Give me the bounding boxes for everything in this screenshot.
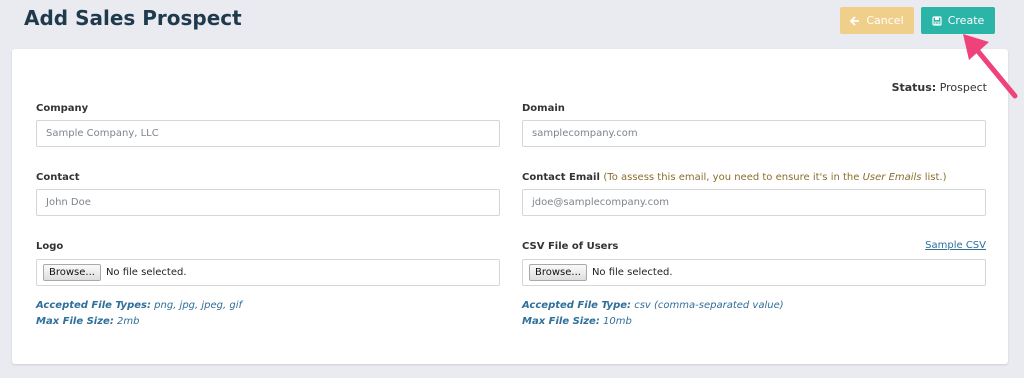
logo-label: Logo xyxy=(36,241,64,252)
cancel-button-label: Cancel xyxy=(866,14,904,27)
logo-file-status: No file selected. xyxy=(105,267,187,278)
contact-label: Contact xyxy=(36,172,80,183)
pointer-arrow-icon xyxy=(963,34,1018,99)
logo-file-requirements: Accepted File Types: png, jpg, jpeg, gif… xyxy=(36,298,242,330)
contact-email-note-prefix: (To assess this email, you need to ensur… xyxy=(603,172,860,183)
page-title: Add Sales Prospect xyxy=(24,6,242,30)
csv-size-label: Max File Size: xyxy=(522,316,600,327)
contact-input[interactable]: John Doe xyxy=(36,189,500,216)
csv-file-input[interactable]: Browse... No file selected. xyxy=(522,259,986,286)
contact-email-label: Contact Email (To assess this email, you… xyxy=(522,172,947,183)
logo-types-label: Accepted File Types: xyxy=(36,300,151,311)
contact-email-input[interactable]: jdoe@samplecompany.com xyxy=(522,189,986,216)
logo-browse-button[interactable]: Browse... xyxy=(43,264,101,281)
csv-type-label: Accepted File Type: xyxy=(522,300,632,311)
save-icon xyxy=(932,15,942,26)
logo-file-input[interactable]: Browse... No file selected. xyxy=(36,259,500,286)
csv-file-requirements: Accepted File Type: csv (comma-separated… xyxy=(522,298,784,330)
sample-csv-link[interactable]: Sample CSV xyxy=(925,240,986,251)
csv-type-value: csv (comma-separated value) xyxy=(634,300,784,311)
logo-size-label: Max File Size: xyxy=(36,316,114,327)
csv-label: CSV File of Users xyxy=(522,241,619,252)
company-label: Company xyxy=(36,103,89,114)
user-emails-reference: User Emails xyxy=(862,172,922,183)
logo-types-value: png, jpg, jpeg, gif xyxy=(154,300,243,311)
company-input[interactable]: Sample Company, LLC xyxy=(36,120,500,147)
csv-size-value: 10mb xyxy=(603,316,632,327)
domain-label: Domain xyxy=(522,103,565,114)
contact-email-note: (To assess this email, you need to ensur… xyxy=(603,172,946,183)
contact-email-label-text: Contact Email xyxy=(522,172,600,183)
status-label: Status: xyxy=(891,81,937,94)
form-card: Status: Prospect Company Sample Company,… xyxy=(12,49,1008,364)
csv-file-status: No file selected. xyxy=(591,267,673,278)
cancel-button[interactable]: Cancel xyxy=(840,7,914,34)
csv-browse-button[interactable]: Browse... xyxy=(529,264,587,281)
arrow-left-icon xyxy=(850,15,860,26)
domain-input[interactable]: samplecompany.com xyxy=(522,120,986,147)
logo-size-value: 2mb xyxy=(117,316,140,327)
contact-email-note-suffix: list.) xyxy=(924,172,947,183)
create-button-label: Create xyxy=(947,14,985,27)
